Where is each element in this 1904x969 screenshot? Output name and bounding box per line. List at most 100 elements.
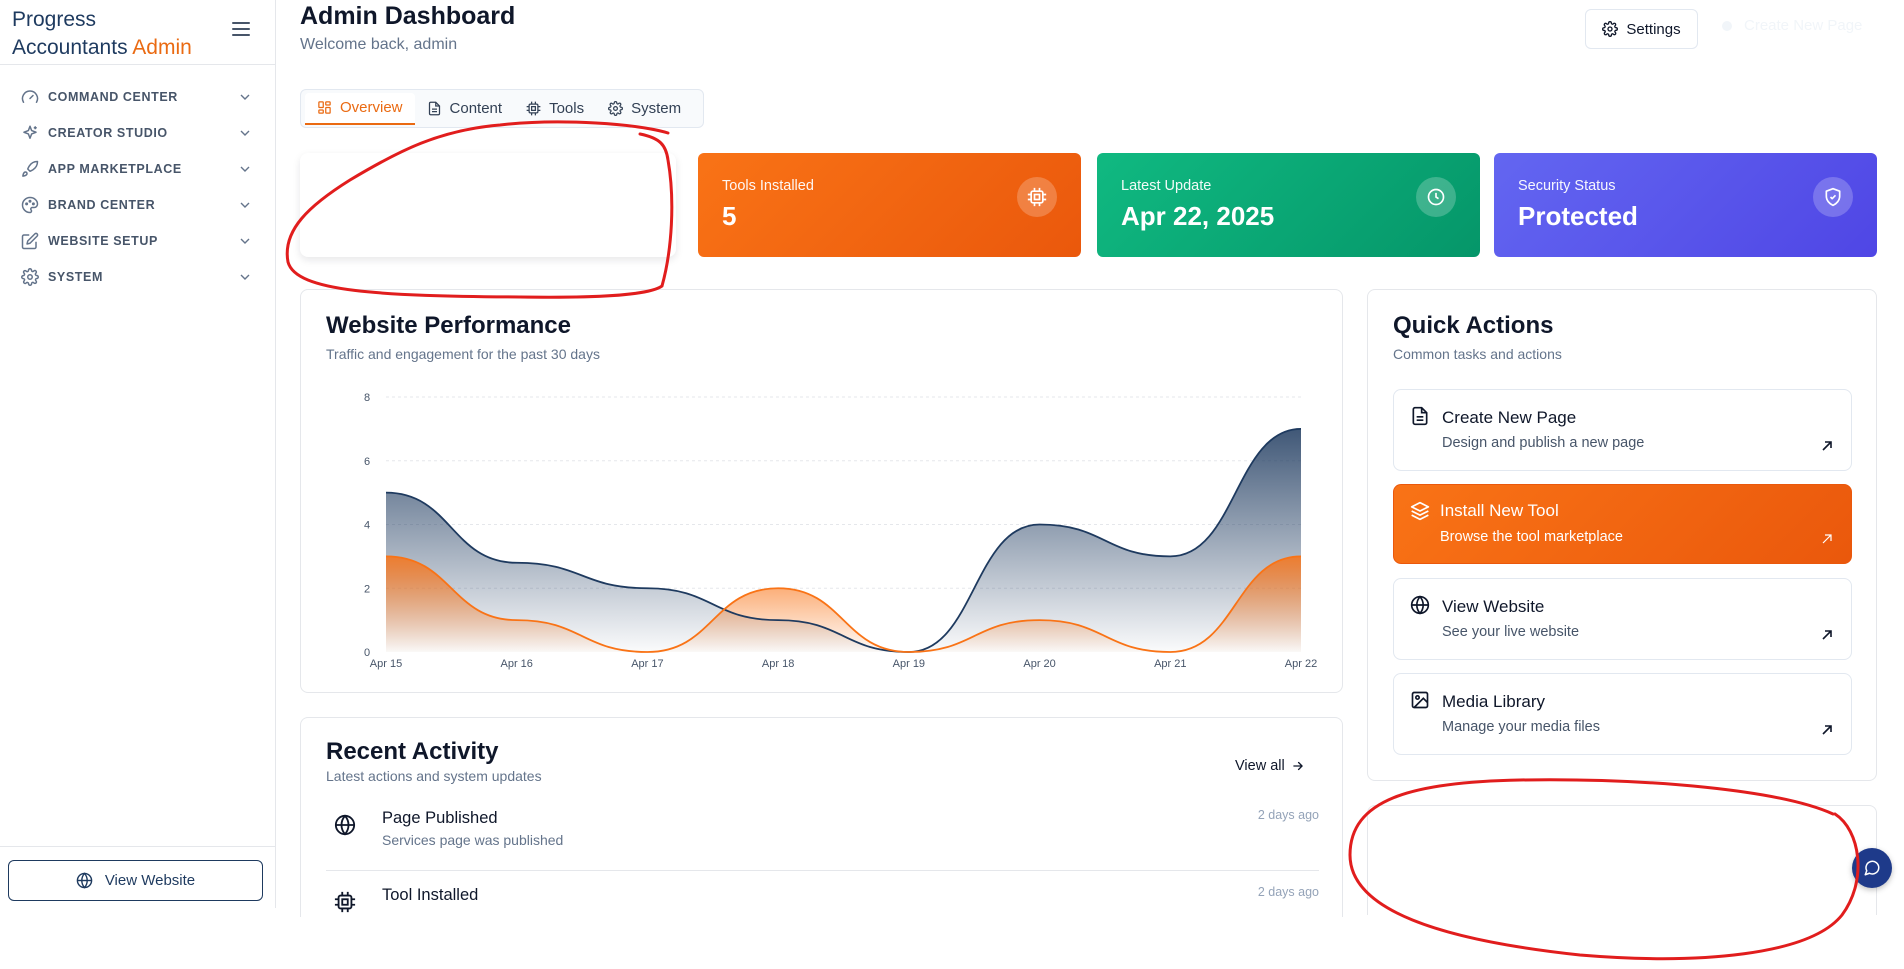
x-tick-label: Apr 20 (1023, 658, 1055, 670)
activity-divider (326, 870, 1319, 871)
activity-title: Recent Activity (326, 738, 499, 765)
menu-toggle-icon[interactable] (232, 22, 250, 38)
action-description: See your live website (1442, 624, 1580, 640)
action-title: View Website (1442, 597, 1545, 616)
cpu-icon (334, 891, 356, 913)
sidebar-nav: COMMAND CENTER CREATOR STUDIO APP MARKET… (20, 79, 256, 295)
tab-label: Content (449, 100, 503, 117)
quick-actions-title: Quick Actions (1393, 312, 1554, 339)
y-tick-label: 6 (364, 456, 370, 468)
performance-chart[interactable]: 02468Apr 15 Apr 16 Apr 17 Apr 18 Apr 19 Apr 2… (301, 290, 1344, 694)
activity-time: 2 days ago (1257, 808, 1319, 822)
palette-icon (20, 195, 40, 215)
x-tick-label: Apr 16 (501, 658, 533, 670)
sidebar-item-brand-center[interactable]: BRAND CENTER (20, 187, 256, 223)
brand-name-main: Accountants (12, 36, 128, 59)
tab-label: Overview (340, 99, 403, 116)
chevron-down-icon (240, 130, 250, 136)
stat-card-latest-update: Latest Update Apr 22, 2025 (1097, 153, 1480, 257)
chevron-down-icon (240, 274, 250, 280)
x-tick-label: Apr 21 (1154, 658, 1186, 670)
tab-bar: Overview Content Tools System (300, 89, 704, 128)
brand-name-accent: Admin (132, 36, 192, 59)
tab-content[interactable]: Content (415, 93, 515, 125)
create-new-page-button[interactable]: Create New Page (1722, 17, 1862, 34)
x-tick-label: Apr 17 (631, 658, 663, 670)
sidebar-item-website-setup[interactable]: WEBSITE SETUP (20, 223, 256, 259)
sidebar-divider (0, 64, 276, 65)
stat-label: Security Status (1518, 178, 1616, 194)
stat-value: 5 (722, 201, 737, 231)
view-all-label: View all (1235, 758, 1285, 774)
activity-subtitle: Latest actions and system updates (326, 768, 542, 784)
tab-overview[interactable]: Overview (305, 92, 415, 125)
brand-logo[interactable]: Progress Accountants Admin (12, 6, 252, 62)
sidebar-item-label: WEBSITE SETUP (48, 234, 158, 248)
tab-system[interactable]: System (596, 93, 693, 125)
edit-icon (20, 231, 40, 251)
sidebar-item-system[interactable]: SYSTEM (20, 259, 256, 295)
media-library-action[interactable]: Media Library Manage your media files (1393, 673, 1852, 755)
arrow-up-right-icon (1822, 534, 1832, 544)
arrow-up-right-icon (1822, 630, 1832, 640)
x-tick-label: Apr 15 (370, 658, 402, 670)
stat-value: Apr 22, 2025 (1121, 201, 1275, 231)
tab-label: Tools (549, 100, 585, 117)
install-new-tool-action[interactable]: Install New Tool Browse the tool marketp… (1393, 484, 1852, 564)
tab-label: System (631, 100, 682, 117)
sidebar-item-label: APP MARKETPLACE (48, 162, 182, 176)
action-description: Browse the tool marketplace (1440, 529, 1623, 545)
image-icon (1411, 691, 1429, 709)
view-all-link[interactable]: View all (1235, 758, 1305, 774)
rocket-icon (20, 159, 40, 179)
quick-actions-subtitle: Common tasks and actions (1393, 346, 1562, 362)
stat-card-empty (300, 153, 676, 257)
activity-item[interactable]: Page Published Services page was publish… (326, 800, 1319, 876)
chevron-down-icon (240, 238, 250, 244)
sidebar-item-creator-studio[interactable]: CREATOR STUDIO (20, 115, 256, 151)
sidebar-item-label: CREATOR STUDIO (48, 126, 168, 140)
create-new-page-action[interactable]: Create New Page Design and publish a new… (1393, 389, 1852, 471)
tab-tools[interactable]: Tools (514, 93, 596, 125)
chevron-down-icon (240, 202, 250, 208)
sidebar-item-label: COMMAND CENTER (48, 90, 178, 104)
cpu-icon (526, 101, 541, 116)
activity-title-text: Page Published (382, 809, 498, 827)
stat-value: Protected (1518, 201, 1638, 231)
sidebar-item-command-center[interactable]: COMMAND CENTER (20, 79, 256, 115)
view-website-button[interactable]: View Website (8, 860, 263, 901)
sparkles-icon (20, 123, 40, 143)
website-performance-card: Website Performance Traffic and engageme… (300, 289, 1343, 693)
view-website-action[interactable]: View Website See your live website (1393, 578, 1852, 660)
x-tick-label: Apr 18 (762, 658, 794, 670)
stat-label: Tools Installed (722, 178, 814, 194)
sidebar-item-app-marketplace[interactable]: APP MARKETPLACE (20, 151, 256, 187)
cpu-icon (1017, 177, 1057, 217)
chat-button[interactable] (1852, 848, 1892, 888)
stat-label: Latest Update (1121, 178, 1212, 194)
action-title: Media Library (1442, 692, 1545, 711)
activity-item[interactable]: Tool Installed 2 days ago (326, 877, 1319, 917)
shield-check-icon (1813, 177, 1853, 217)
empty-card-bottom-right (1367, 805, 1877, 915)
settings-label: Settings (1626, 20, 1681, 38)
arrow-up-right-icon (1822, 725, 1832, 735)
brand-name-line1: Progress (12, 8, 97, 31)
arrow-right-icon (1292, 761, 1303, 771)
layout-grid-icon (318, 101, 331, 114)
stat-card-tools-installed: Tools Installed 5 (698, 153, 1081, 257)
file-icon (1412, 406, 1428, 426)
activity-time: 2 days ago (1257, 885, 1319, 899)
globe-icon (76, 872, 93, 889)
page-subtitle: Welcome back, admin (300, 36, 458, 53)
activity-description: Services page was published (382, 832, 564, 848)
arrow-up-right-icon (1822, 441, 1832, 451)
settings-button[interactable]: Settings (1585, 9, 1698, 49)
stat-card-security-status: Security Status Protected (1494, 153, 1877, 257)
file-icon (428, 101, 440, 116)
chevron-down-icon (240, 166, 250, 172)
y-tick-label: 2 (364, 583, 370, 595)
clock-icon (1416, 177, 1456, 217)
recent-activity-card: Recent Activity Latest actions and syste… (300, 717, 1343, 917)
action-description: Design and publish a new page (1442, 435, 1645, 451)
